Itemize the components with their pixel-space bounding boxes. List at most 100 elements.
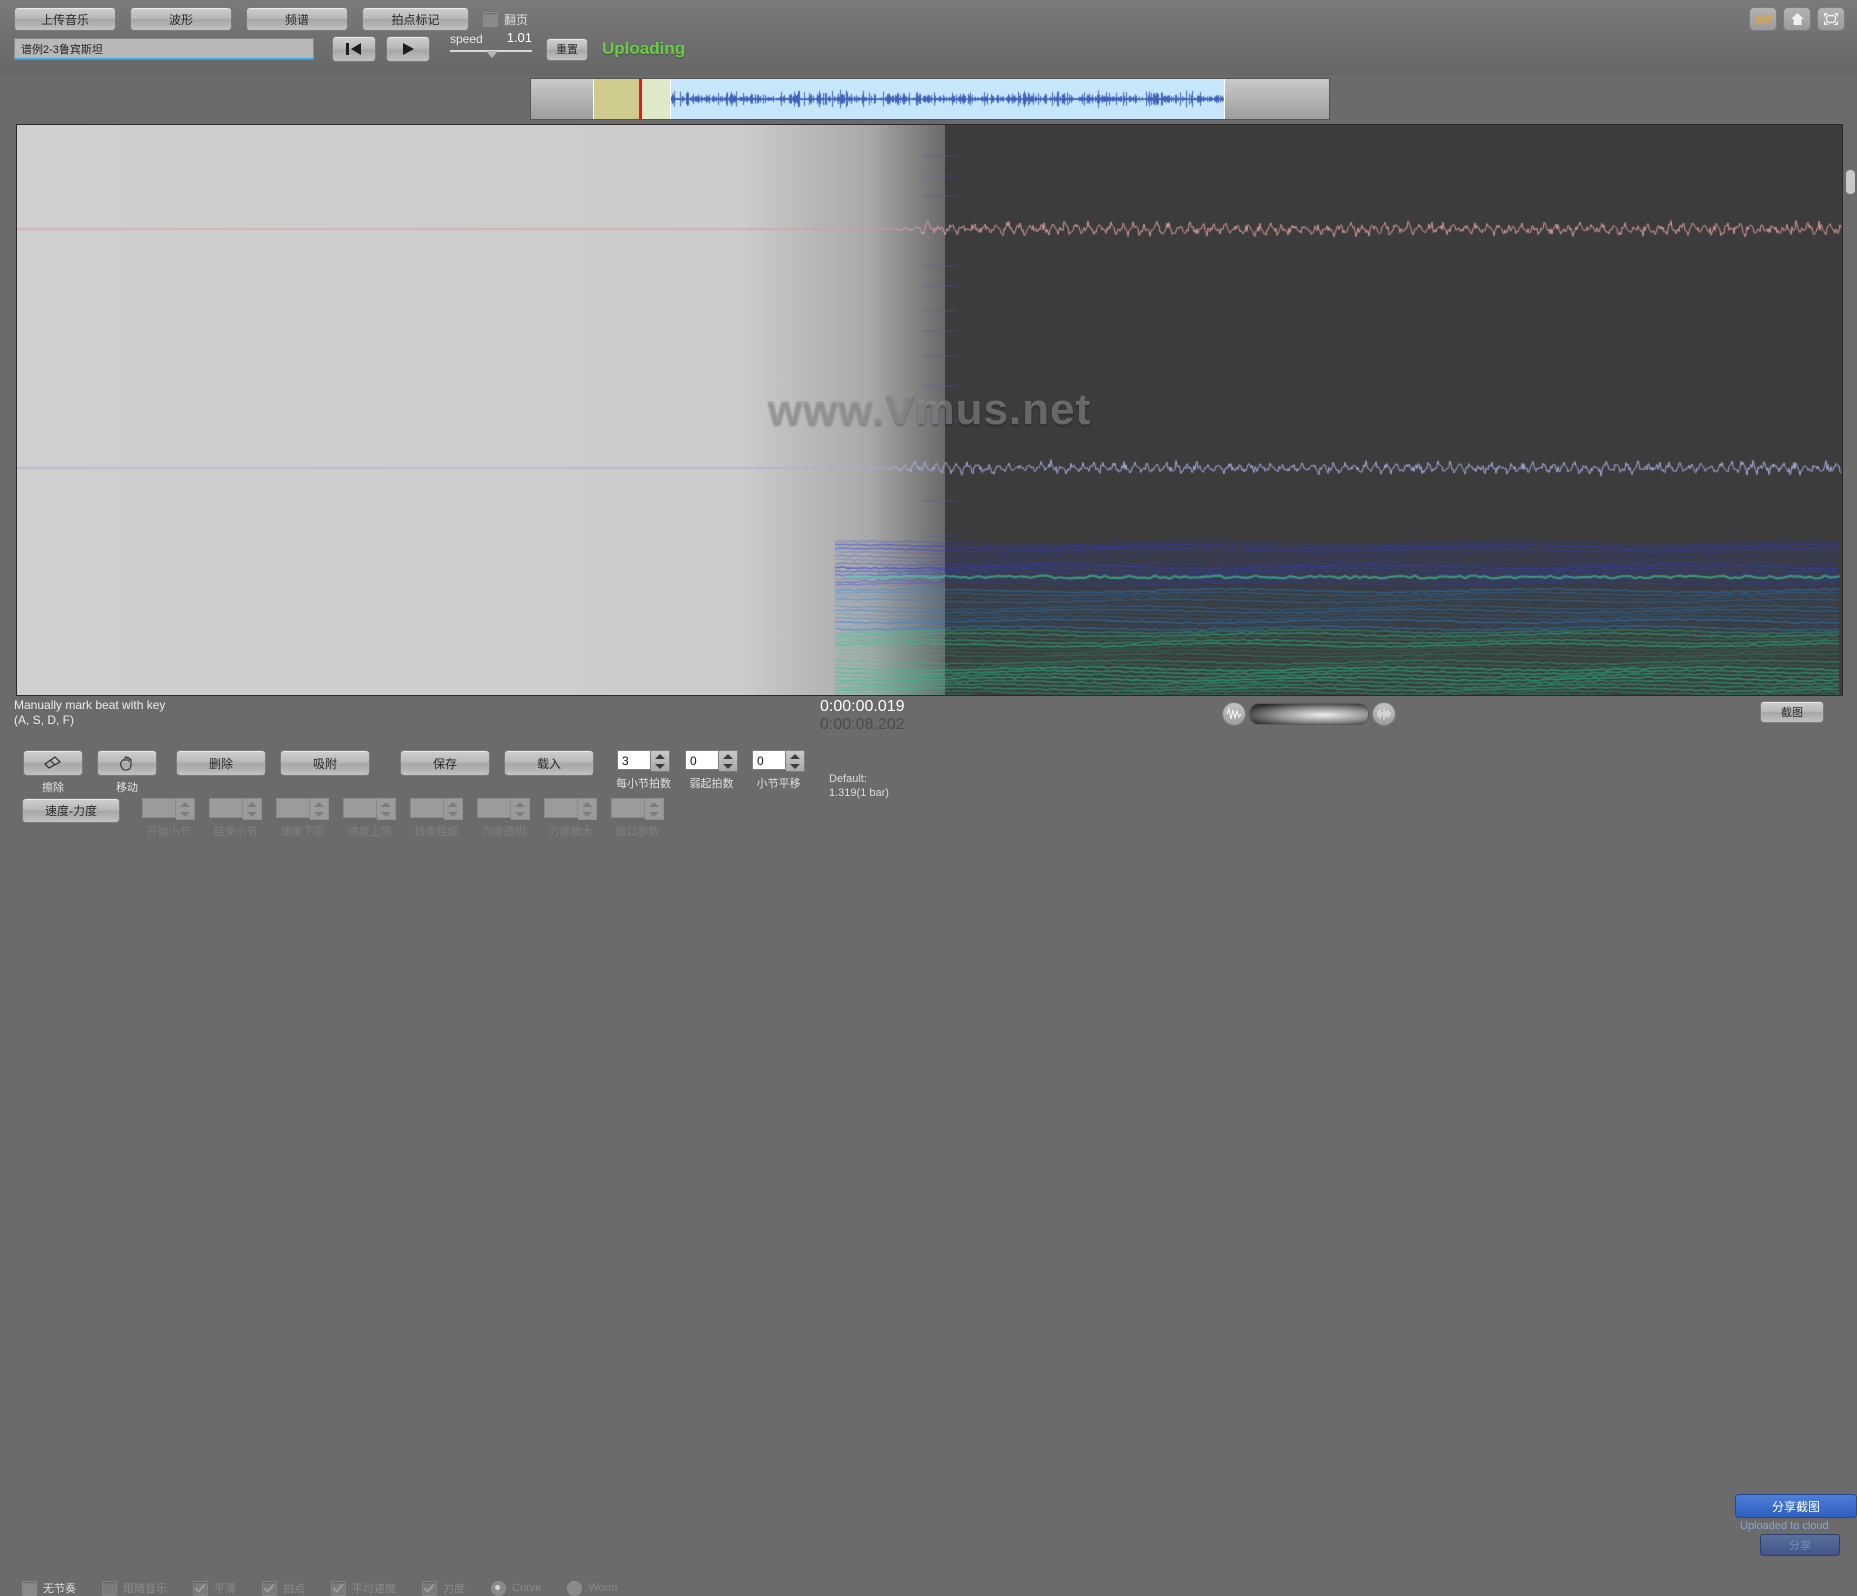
waveform-button[interactable]: 波形 [130, 7, 232, 31]
speed-knob[interactable] [486, 51, 498, 58]
version-badge[interactable]: V2 [1749, 7, 1777, 31]
version-badge-label: V2 [1755, 11, 1771, 27]
share-capture-button[interactable]: 分享截图 [1735, 1494, 1857, 1518]
chevron-up-icon [314, 801, 324, 807]
hand-icon [120, 755, 132, 771]
window-corner-icons: V2 [1749, 7, 1845, 31]
spinner-line-thickness: 线条粗细 [410, 798, 463, 839]
zoom-slider-track[interactable] [1249, 703, 1369, 725]
save-button[interactable]: 保存 [400, 750, 490, 776]
chevron-up-icon [247, 801, 257, 807]
chevron-down-icon [515, 811, 525, 817]
capture-button[interactable]: 截图 [1760, 701, 1824, 723]
zoom-in-button[interactable] [1372, 702, 1396, 726]
snap-button[interactable]: 吸附 [280, 750, 370, 776]
beats-label: 拍点 [283, 1583, 305, 1595]
window-params-label: 窗口参数 [615, 826, 660, 838]
current-time: 0:00:00.019 [820, 698, 905, 715]
bottom-row-secondary: 速度-力度 开始小节 结束小节 速度下限 速度上限 线条粗细 力度透明 力度放大… [22, 798, 678, 839]
chevron-up-icon [649, 801, 659, 807]
display-options-row: 无节奏 跟随音乐 平滑 拍点 平均速度 力度 Curve Worm [22, 1580, 643, 1596]
spinner-start-bar: 开始小节 [142, 798, 195, 839]
bar-shift-value[interactable]: 0 [752, 750, 786, 770]
pickup-beats-arrows[interactable] [719, 750, 738, 772]
tool-eraser-face[interactable] [23, 750, 83, 776]
dynamics-opacity-arrows [511, 798, 530, 820]
start-bar-value [142, 798, 176, 818]
option-curve: Curve [491, 1580, 541, 1596]
end-bar-label: 结束小节 [213, 826, 258, 838]
bar-shift-arrows[interactable] [786, 750, 805, 772]
spinner-end-bar: 结束小节 [209, 798, 262, 839]
no-metronome-checkbox[interactable] [22, 1580, 37, 1596]
line-thickness-label: 线条粗细 [414, 826, 459, 838]
spinner-beats-per-bar[interactable]: 3 每小节拍数 [616, 750, 671, 791]
rewind-button[interactable] [332, 36, 376, 62]
upload-music-button[interactable]: 上传音乐 [14, 7, 116, 31]
option-worm: Worm [567, 1580, 618, 1596]
chevron-down-icon [314, 811, 324, 817]
toolbar-primary-row: 上传音乐 波形 频谱 拍点标记 翻页 [14, 7, 528, 31]
tempo-dynamics-button[interactable]: 速度-力度 [22, 798, 120, 823]
end-bar-arrows [243, 798, 262, 820]
spectrum-button[interactable]: 频谱 [246, 7, 348, 31]
play-button[interactable] [386, 36, 430, 62]
home-button[interactable] [1783, 7, 1811, 31]
keyboard-hint: Manually mark beat with key (A, S, D, F) [14, 698, 165, 728]
chevron-up-icon [582, 801, 592, 807]
follow-music-checkbox [102, 1580, 117, 1596]
speed-slider[interactable]: speed 1.01 [450, 30, 532, 64]
vertical-scrollbar-thumb[interactable] [1846, 170, 1855, 194]
dynamics-label: 力度 [443, 1583, 465, 1595]
dynamics-scale-label: 力度放大 [548, 826, 593, 838]
dynamics-checkbox [422, 1580, 437, 1596]
toolbar-secondary-row: 谱例2-3鲁宾斯坦 speed 1.01 重置 Uploading [14, 30, 686, 64]
fullscreen-icon [1824, 13, 1838, 25]
chevron-up-icon [655, 753, 665, 759]
overview-lead-out [1224, 79, 1329, 119]
worm-label: Worm [588, 1582, 618, 1594]
worm-radio [567, 1580, 583, 1596]
default-note-line1: Default: [829, 773, 867, 785]
file-name-input[interactable]: 谱例2-3鲁宾斯坦 [14, 38, 314, 60]
option-beats: 拍点 [262, 1580, 305, 1596]
chevron-down-icon [649, 811, 659, 817]
spinner-window-params: 窗口参数 [611, 798, 664, 839]
delete-button[interactable]: 删除 [176, 750, 266, 776]
overview-selection-tail[interactable] [642, 79, 670, 119]
main-editor-canvas[interactable]: www.Vmus.net [16, 124, 1843, 696]
pickup-beats-value[interactable]: 0 [685, 750, 719, 770]
beats-per-bar-value[interactable]: 3 [617, 750, 651, 770]
window-params-value [611, 798, 645, 818]
spinner-dynamics-opacity: 力度透明 [477, 798, 530, 839]
fullscreen-button[interactable] [1817, 7, 1845, 31]
reset-button[interactable]: 重置 [546, 37, 588, 61]
chevron-up-icon [180, 801, 190, 807]
zoom-slider-control[interactable] [1222, 702, 1396, 726]
option-no-metronome[interactable]: 无节奏 [22, 1580, 76, 1596]
share-button[interactable]: 分享 [1760, 1534, 1840, 1556]
line-thickness-value [410, 798, 444, 818]
average-tempo-label: 平均速度 [352, 1583, 396, 1595]
spinner-tempo-max: 速度上限 [343, 798, 396, 839]
tool-eraser[interactable]: 擦除 [22, 750, 84, 795]
page-turn-checkbox[interactable] [483, 11, 498, 27]
zoom-out-button[interactable] [1222, 702, 1246, 726]
dynamics-scale-arrows [578, 798, 597, 820]
spinner-pickup-beats[interactable]: 0 弱起拍数 [685, 750, 738, 791]
overview-waveform[interactable] [670, 79, 1224, 119]
end-bar-value [209, 798, 243, 818]
load-button[interactable]: 载入 [504, 750, 594, 776]
waveform-overview-strip[interactable] [530, 78, 1330, 120]
top-toolbar: 上传音乐 波形 频谱 拍点标记 翻页 谱例2-3鲁宾斯坦 speed 1.01 … [0, 0, 1857, 75]
overview-selection[interactable] [593, 79, 639, 119]
spinner-bar-shift[interactable]: 0 小节平移 [752, 750, 805, 791]
tool-move[interactable]: 移动 [96, 750, 158, 795]
beat-mark-button[interactable]: 拍点标记 [362, 7, 469, 31]
start-bar-label: 开始小节 [146, 826, 191, 838]
bottom-row-primary: 擦除 移动 删除 吸附 保存 载入 3 每小节拍数 0 弱起拍数 0 小节平移 … [22, 750, 889, 800]
tool-move-face[interactable] [97, 750, 157, 776]
upload-status: Uploading [602, 39, 686, 58]
beats-per-bar-arrows[interactable] [651, 750, 670, 772]
option-dynamics: 力度 [422, 1580, 465, 1596]
